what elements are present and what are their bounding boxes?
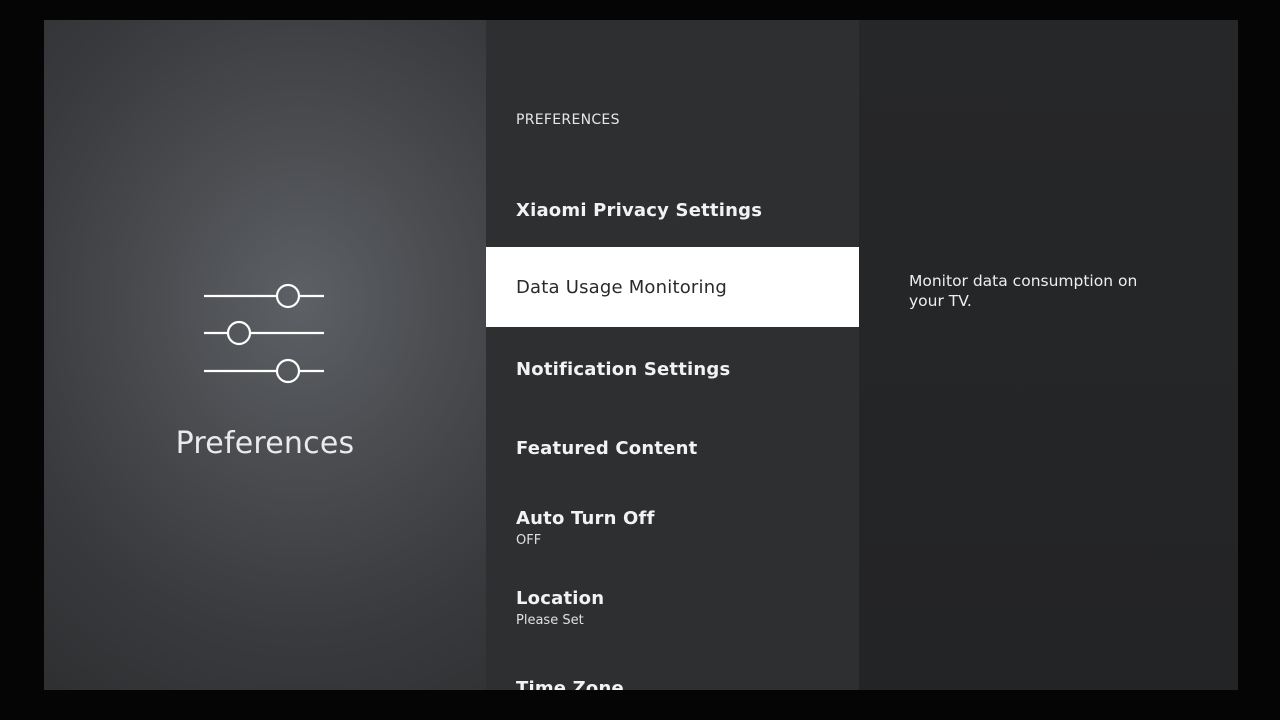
menu-item-xiaomi-privacy-settings[interactable]: Xiaomi Privacy Settings — [486, 170, 859, 250]
tv-screen: Preferences PREFERENCES Xiaomi Privacy S… — [44, 20, 1238, 690]
menu-item-data-usage-monitoring[interactable]: Data Usage Monitoring — [486, 247, 859, 327]
menu-item-label: Location — [516, 588, 605, 609]
menu-item-time-zone[interactable]: Time Zone — [486, 648, 859, 691]
menu-item-label: Notification Settings — [516, 358, 731, 380]
menu-item-location[interactable]: Location Please Set — [486, 568, 859, 648]
category-panel: Preferences — [44, 20, 486, 690]
category-title: Preferences — [175, 426, 355, 461]
detail-panel: Monitor data consumption on your TV. — [859, 20, 1238, 690]
menu-item-auto-turn-off[interactable]: Auto Turn Off OFF — [486, 488, 859, 568]
sliders-icon — [204, 283, 324, 384]
menu-item-label: Data Usage Monitoring — [516, 276, 727, 298]
menu-item-label: Featured Content — [516, 437, 698, 459]
menu-item-value: Please Set — [516, 613, 584, 628]
section-header: PREFERENCES — [516, 112, 620, 128]
menu-item-value: OFF — [516, 533, 542, 548]
menu-item-label: Xiaomi Privacy Settings — [516, 199, 763, 221]
menu-item-label: Time Zone — [516, 677, 624, 691]
item-description: Monitor data consumption on your TV. — [909, 272, 1138, 310]
menu-item-featured-content[interactable]: Featured Content — [486, 408, 859, 488]
settings-menu: PREFERENCES Xiaomi Privacy Settings Data… — [486, 20, 859, 690]
menu-item-label: Auto Turn Off — [516, 508, 655, 529]
menu-item-notification-settings[interactable]: Notification Settings — [486, 329, 859, 409]
